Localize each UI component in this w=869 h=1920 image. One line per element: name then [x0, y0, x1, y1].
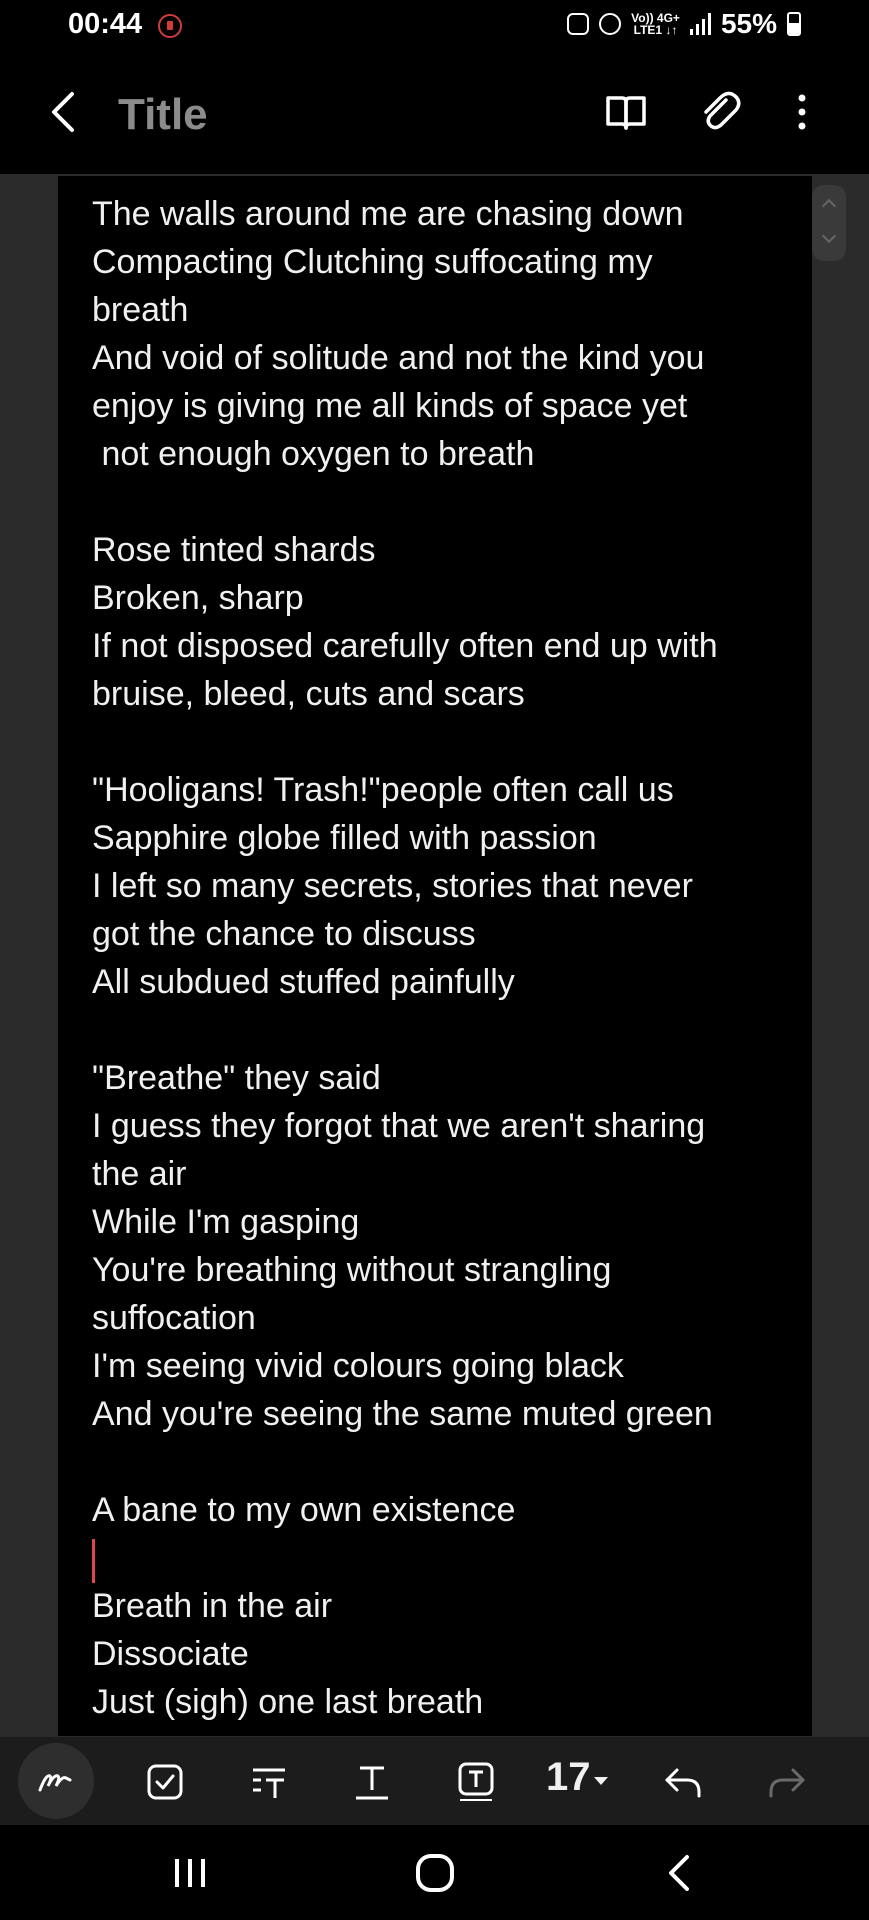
chevron-down-icon: [594, 1777, 608, 1785]
back-chevron-icon: [52, 92, 74, 132]
note-line[interactable]: the air: [92, 1150, 792, 1198]
note-line[interactable]: not enough oxygen to breath: [92, 430, 792, 478]
home-button[interactable]: [405, 1843, 465, 1903]
note-line[interactable]: I left so many secrets, stories that nev…: [92, 862, 792, 910]
text-style-button[interactable]: [337, 1747, 407, 1817]
attach-button[interactable]: [696, 88, 744, 136]
note-line[interactable]: And void of solitude and not the kind yo…: [92, 334, 792, 382]
system-nav-bar: [0, 1825, 869, 1920]
signal-icon: [689, 13, 711, 35]
status-time: 00:44: [68, 8, 143, 40]
alarm-icon: [599, 13, 622, 35]
note-line[interactable]: Compacting Clutching suffocating my: [92, 238, 792, 286]
note-body[interactable]: The walls around me are chasing down Comp…: [92, 190, 792, 1726]
text-box-button[interactable]: [441, 1747, 511, 1817]
text-box-icon: [458, 1762, 494, 1801]
recycle-icon: [567, 13, 590, 35]
nav-back-button[interactable]: [650, 1843, 710, 1903]
note-line[interactable]: suffocation: [92, 1294, 792, 1342]
redo-icon: [769, 1768, 805, 1798]
note-line[interactable]: got the chance to discuss: [92, 910, 792, 958]
home-icon: [416, 1854, 454, 1892]
note-line[interactable]: If not disposed carefully often end up w…: [92, 622, 792, 670]
note-line[interactable]: [92, 1006, 792, 1054]
network-bottom: LTE1 ↓↑: [633, 23, 678, 37]
paragraph-style-button[interactable]: [234, 1747, 304, 1817]
note-line[interactable]: [92, 718, 792, 766]
note-title[interactable]: Title: [118, 90, 208, 140]
editor-toolbar: 17: [0, 1737, 869, 1825]
note-line[interactable]: [92, 1438, 792, 1486]
redo-button[interactable]: [752, 1747, 822, 1817]
book-icon: [606, 96, 646, 130]
reading-mode-button[interactable]: [602, 88, 650, 136]
undo-button[interactable]: [648, 1747, 718, 1817]
recent-apps-button[interactable]: [160, 1843, 220, 1903]
paragraph-style-icon: [253, 1768, 285, 1798]
more-vertical-icon: [798, 94, 806, 130]
undo-icon: [665, 1768, 701, 1798]
note-line[interactable]: The walls around me are chasing down: [92, 190, 792, 238]
back-icon: [669, 1855, 689, 1891]
pen-tool-button[interactable]: [18, 1743, 94, 1819]
status-icons: Vo)) 4G+ LTE1 ↓↑ 55%: [567, 8, 801, 40]
screen-record-icon: [158, 14, 182, 38]
text-style-icon: [356, 1766, 388, 1800]
note-line[interactable]: "Hooligans! Trash!"people often call us: [92, 766, 792, 814]
network-indicator: Vo)) 4G+ LTE1 ↓↑: [631, 12, 680, 36]
text-cursor: [92, 1539, 95, 1584]
font-size-dropdown[interactable]: 17: [546, 1755, 591, 1800]
paperclip-icon: [704, 91, 741, 130]
note-line[interactable]: I guess they forgot that we aren't shari…: [92, 1102, 792, 1150]
note-line[interactable]: [92, 1534, 792, 1584]
note-line[interactable]: A bane to my own existence: [92, 1486, 792, 1534]
note-line[interactable]: You're breathing without strangling: [92, 1246, 792, 1294]
scroll-handle[interactable]: [812, 185, 846, 261]
note-line[interactable]: Rose tinted shards: [92, 526, 792, 574]
note-line[interactable]: While I'm gasping: [92, 1198, 792, 1246]
note-line[interactable]: [92, 478, 792, 526]
note-line[interactable]: Just (sigh) one last breath: [92, 1678, 792, 1726]
note-line[interactable]: breath: [92, 286, 792, 334]
note-line[interactable]: "Breathe" they said: [92, 1054, 792, 1102]
more-options-button[interactable]: [778, 88, 826, 136]
note-header: Title: [0, 52, 869, 174]
note-line[interactable]: enjoy is giving me all kinds of space ye…: [92, 382, 792, 430]
note-line[interactable]: All subdued stuffed painfully: [92, 958, 792, 1006]
note-page[interactable]: The walls around me are chasing down Comp…: [58, 176, 812, 1736]
note-line[interactable]: I'm seeing vivid colours going black: [92, 1342, 792, 1390]
recent-apps-icon: [175, 1859, 205, 1887]
note-line[interactable]: And you're seeing the same muted green: [92, 1390, 792, 1438]
battery-percent: 55%: [720, 8, 777, 39]
checkbox-icon: [147, 1764, 183, 1800]
note-line[interactable]: Broken, sharp: [92, 574, 792, 622]
pen-icon: [38, 1774, 72, 1792]
note-line[interactable]: bruise, bleed, cuts and scars: [92, 670, 792, 718]
battery-icon: [787, 12, 801, 36]
note-line[interactable]: Sapphire globe filled with passion: [92, 814, 792, 862]
note-line[interactable]: Breath in the air: [92, 1582, 792, 1630]
note-line[interactable]: Dissociate: [92, 1630, 792, 1678]
status-bar: 00:44 Vo)) 4G+ LTE1 ↓↑ 55%: [0, 0, 869, 50]
back-button[interactable]: [44, 90, 88, 134]
checkbox-button[interactable]: [130, 1747, 200, 1817]
